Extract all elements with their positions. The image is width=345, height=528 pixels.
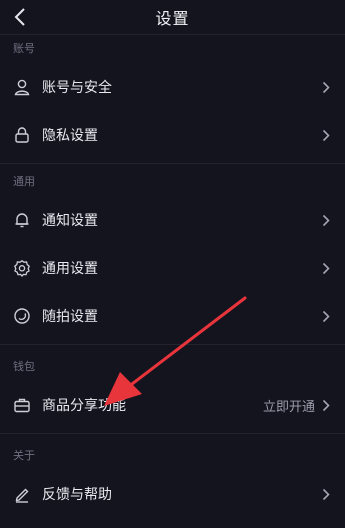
settings-item-snap[interactable]: 随拍设置	[0, 292, 345, 340]
section-header-account: 账号	[13, 42, 35, 55]
briefcase-icon	[12, 395, 32, 415]
nav-bar: 设置	[0, 0, 345, 35]
settings-item-label: 账号与安全	[42, 80, 112, 96]
user-icon	[12, 77, 32, 97]
chevron-right-icon	[321, 80, 331, 94]
activate-now-label: 立即开通	[262, 399, 315, 415]
edit-icon	[12, 484, 32, 504]
chevron-right-icon	[321, 398, 331, 412]
bell-icon	[12, 210, 32, 230]
settings-item-general[interactable]: 通用设置	[0, 244, 345, 292]
chevron-left-icon	[14, 8, 25, 26]
settings-item-label: 反馈与帮助	[42, 487, 112, 503]
settings-item-feedback[interactable]: 反馈与帮助	[0, 470, 345, 518]
snap-icon	[12, 306, 32, 326]
settings-item-account-security[interactable]: 账号与安全	[0, 63, 345, 111]
chevron-right-icon	[321, 487, 331, 501]
settings-item-label: 通用设置	[42, 261, 98, 277]
page-title: 设置	[155, 9, 190, 28]
settings-item-label: 商品分享功能	[42, 398, 126, 414]
back-button[interactable]	[8, 4, 32, 30]
chevron-right-icon	[321, 309, 331, 323]
settings-item-product-share[interactable]: 商品分享功能 立即开通	[0, 381, 345, 429]
chevron-right-icon	[321, 213, 331, 227]
gear-icon	[12, 258, 32, 278]
chevron-right-icon	[321, 261, 331, 275]
section-header-wallet: 钱包	[13, 360, 35, 373]
settings-item-label: 通知设置	[42, 213, 98, 229]
divider	[0, 163, 345, 164]
section-header-general: 通用	[13, 175, 35, 188]
settings-item-label: 隐私设置	[42, 128, 98, 144]
divider	[0, 433, 345, 434]
settings-item-notifications[interactable]: 通知设置	[0, 196, 345, 244]
settings-item-label: 随拍设置	[42, 309, 98, 325]
section-header-about: 关于	[13, 449, 35, 462]
settings-item-privacy[interactable]: 隐私设置	[0, 111, 345, 159]
lock-icon	[12, 125, 32, 145]
divider	[0, 344, 345, 345]
chevron-right-icon	[321, 128, 331, 142]
